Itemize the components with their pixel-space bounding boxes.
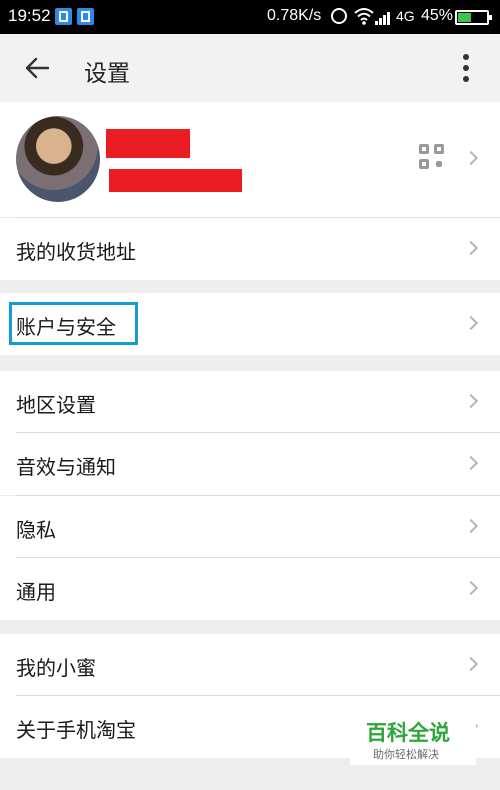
network-type: 4G xyxy=(396,8,415,24)
redacted-username xyxy=(106,129,190,158)
row-label: 通用 xyxy=(16,580,56,604)
toolbar: 设置 xyxy=(0,34,500,102)
row-label: 关于手机淘宝 xyxy=(16,718,136,742)
clipboard-icon xyxy=(55,8,72,25)
chevron-right-icon xyxy=(463,455,479,471)
redacted-account-id xyxy=(109,169,242,192)
settings-row-sound-notification[interactable]: 音效与通知 xyxy=(0,433,500,495)
settings-row-general[interactable]: 通用 xyxy=(0,558,500,620)
wifi-icon xyxy=(354,8,374,25)
watermark-subtitle: 助你轻松解决 xyxy=(373,748,439,761)
row-label: 地区设置 xyxy=(16,393,96,417)
settings-row-address[interactable]: 我的收货地址 xyxy=(0,218,500,280)
profile-card[interactable] xyxy=(0,102,500,217)
chevron-right-icon xyxy=(463,580,479,596)
highlight-box xyxy=(9,302,138,345)
chevron-right-icon xyxy=(463,150,479,166)
alarm-icon xyxy=(331,8,347,24)
row-label: 我的收货地址 xyxy=(16,240,136,264)
network-speed: 0.78K/s xyxy=(267,7,322,24)
watermark-logo: 百科全说 助你轻松解决 xyxy=(350,713,476,765)
chevron-right-icon xyxy=(463,518,479,534)
row-label: 音效与通知 xyxy=(16,455,116,479)
watermark-title: 百科全说 xyxy=(366,721,450,745)
qr-code-icon[interactable] xyxy=(419,144,447,172)
battery-percent: 45% xyxy=(421,7,454,24)
chevron-right-icon xyxy=(463,656,479,672)
settings-row-privacy[interactable]: 隐私 xyxy=(0,496,500,558)
avatar[interactable] xyxy=(16,116,100,202)
chevron-right-icon xyxy=(463,315,479,331)
page-title: 设置 xyxy=(84,61,130,87)
status-time: 19:52 xyxy=(8,6,51,25)
signal-icon xyxy=(375,9,393,25)
chevron-right-icon xyxy=(463,393,479,409)
scan-icon xyxy=(77,8,94,25)
row-label: 隐私 xyxy=(16,518,56,542)
battery-icon xyxy=(455,10,492,25)
arrow-left-icon[interactable] xyxy=(24,56,50,80)
row-label: 我的小蜜 xyxy=(16,656,96,680)
settings-row-region[interactable]: 地区设置 xyxy=(0,371,500,433)
chevron-right-icon xyxy=(463,240,479,256)
more-vertical-icon[interactable] xyxy=(456,52,476,84)
status-bar: 19:52 0.78K/s 4G 45% xyxy=(0,0,500,34)
settings-row-xiaomi[interactable]: 我的小蜜 xyxy=(0,634,500,696)
